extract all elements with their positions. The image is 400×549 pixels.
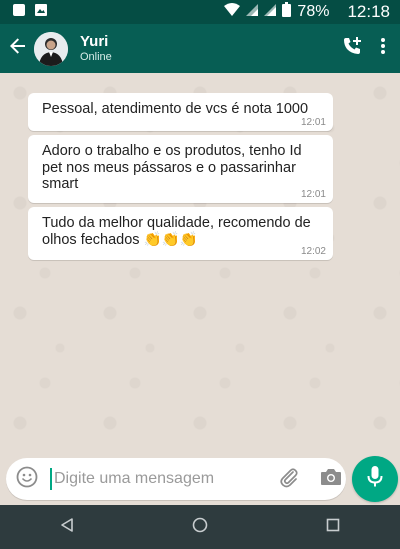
attach-icon xyxy=(278,466,300,493)
header-actions xyxy=(342,36,400,61)
chat-header: Yuri Online xyxy=(0,24,400,73)
emoji-button[interactable] xyxy=(14,466,40,492)
message-time: 12:01 xyxy=(300,117,326,128)
avatar[interactable] xyxy=(34,31,68,66)
composer xyxy=(0,453,400,505)
message-bubble[interactable]: Tudo da melhor qualidade, recomendo de o… xyxy=(28,207,333,260)
message-bubble[interactable]: Pessoal, atendimento de vcs é nota 1000 … xyxy=(28,93,333,131)
square-recents-icon xyxy=(326,518,340,537)
battery-icon xyxy=(282,2,292,22)
nav-home-button[interactable] xyxy=(180,507,220,547)
message-input[interactable] xyxy=(52,470,264,488)
system-nav-bar xyxy=(0,505,400,549)
message-bubble[interactable]: Adoro o trabalho e os produtos, tenho Id… xyxy=(28,135,333,203)
battery-percent: 78% xyxy=(297,3,330,20)
image-icon xyxy=(34,3,48,22)
back-arrow-icon xyxy=(9,37,27,60)
message-text: Adoro o trabalho e os produtos, tenho Id… xyxy=(42,143,302,192)
notification-icon xyxy=(12,3,26,22)
signal-icon xyxy=(246,3,259,21)
back-button[interactable] xyxy=(4,35,32,63)
contact-info[interactable]: Yuri Online xyxy=(80,33,112,64)
message-text: Tudo da melhor qualidade, recomendo de o… xyxy=(42,215,311,248)
contact-name: Yuri xyxy=(80,33,109,50)
nav-back-button[interactable] xyxy=(47,507,87,547)
status-bar-left xyxy=(0,3,48,22)
add-call-icon[interactable] xyxy=(342,36,362,61)
message-time: 12:01 xyxy=(300,189,326,200)
more-vert-icon[interactable] xyxy=(380,37,386,60)
voice-record-button[interactable] xyxy=(352,456,398,502)
signal-icon xyxy=(264,3,277,21)
message-input-box[interactable] xyxy=(6,458,346,500)
attach-button[interactable] xyxy=(276,466,302,492)
clock: 12:18 xyxy=(347,2,390,21)
wifi-icon xyxy=(224,2,241,22)
nav-recents-button[interactable] xyxy=(313,507,353,547)
circle-home-icon xyxy=(192,517,208,538)
emoji-icon xyxy=(16,466,38,493)
status-bar: 78% 12:18 xyxy=(0,0,400,24)
mic-icon xyxy=(366,465,384,494)
message-list[interactable]: Pessoal, atendimento de vcs é nota 1000 … xyxy=(0,73,400,453)
camera-icon xyxy=(320,467,342,492)
message-text: Pessoal, atendimento de vcs é nota 1000 xyxy=(42,101,309,117)
camera-button[interactable] xyxy=(318,466,344,492)
message-time: 12:02 xyxy=(300,246,326,257)
triangle-back-icon xyxy=(59,517,75,538)
status-bar-right: 78% 12:18 xyxy=(224,2,400,22)
contact-status: Online xyxy=(80,51,112,63)
